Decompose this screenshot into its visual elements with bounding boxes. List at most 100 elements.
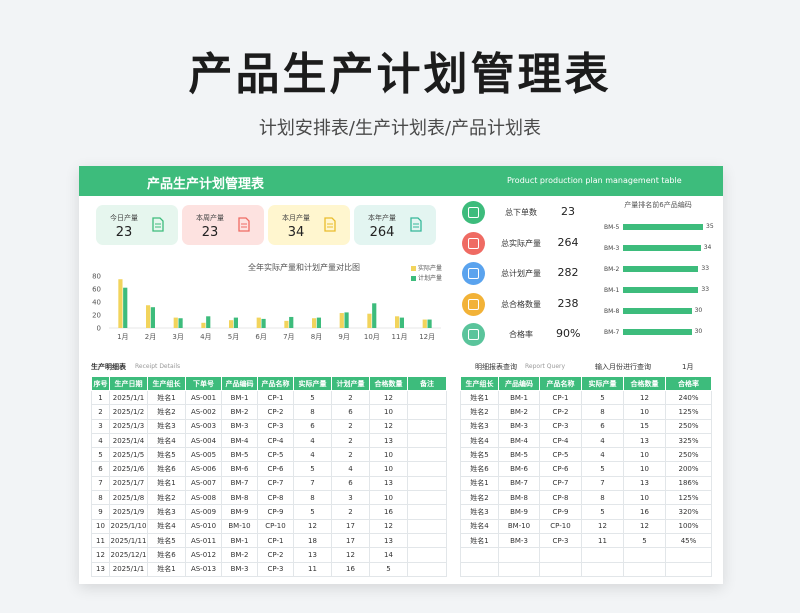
- table-cell: 2025/1/5: [109, 447, 148, 463]
- table-row: 姓名2 BM-2 CP-2 8 10 125%: [460, 404, 712, 420]
- bar-actual: [201, 322, 206, 328]
- bar-plan: [178, 318, 183, 328]
- table-cell: [665, 561, 712, 577]
- table-row: 姓名1 BM-1 CP-1 5 12 240%: [460, 389, 712, 406]
- table-cell: 姓名1: [460, 389, 499, 406]
- table-cell: 10: [623, 461, 666, 477]
- stat-pass-rate: 合格率 90%: [456, 320, 600, 350]
- table-row: 4 2025/1/4 姓名4 AS-004 BM-4 CP-4 4 2 13: [91, 432, 447, 449]
- kpi-value: 23: [115, 225, 133, 240]
- table-cell: 125%: [665, 490, 712, 506]
- table-cell: CP-6: [539, 461, 582, 477]
- bar-plan: [316, 317, 321, 328]
- table-cell: [623, 561, 666, 577]
- x-tick-label: 7月: [283, 333, 294, 341]
- table-cell: 10: [369, 447, 408, 463]
- table-cell: BM-4: [221, 432, 258, 449]
- table-cell: AS-010: [185, 518, 222, 534]
- table-row: 9 2025/1/9 姓名3 AS-009 BM-9 CP-9 5 2 16: [91, 504, 447, 520]
- kpi-label: 今日产量: [110, 214, 138, 222]
- ranking-code: BM-8: [604, 308, 620, 315]
- table-cell: [407, 547, 447, 563]
- document-icon: [238, 217, 250, 232]
- y-tick-label: 40: [92, 299, 101, 307]
- column-header: 产品编码: [498, 376, 540, 391]
- bar-plan: [123, 287, 128, 328]
- table-cell: CP-8: [539, 490, 582, 506]
- table-cell: AS-005: [185, 447, 222, 463]
- table-cell: 2025/1/1: [109, 389, 148, 406]
- table-cell: 2025/1/11: [109, 532, 148, 549]
- detail-table-label: 生产明细表: [91, 363, 126, 371]
- table-cell: BM-5: [498, 447, 540, 463]
- bar-actual: [367, 313, 372, 328]
- table-cell: 17: [331, 532, 370, 549]
- table-cell: CP-3: [257, 418, 294, 434]
- ranking-value: 34: [703, 244, 712, 251]
- table-cell: 12: [369, 389, 408, 406]
- query-month-input[interactable]: 1月: [682, 362, 693, 372]
- table-row: 2 2025/1/2 姓名2 AS-002 BM-2 CP-2 8 6 10: [91, 404, 447, 420]
- bar-plan: [427, 319, 432, 328]
- table-cell: 6: [293, 418, 332, 434]
- table-cell: AS-006: [185, 461, 222, 477]
- table-cell: [623, 547, 666, 563]
- ranking-bar: [623, 287, 699, 293]
- table-cell: 4: [91, 432, 110, 449]
- kpi-card-week: 本周产量 23: [182, 205, 264, 245]
- table-cell: [407, 447, 447, 463]
- table-cell: 10: [369, 404, 408, 420]
- x-tick-label: 4月: [200, 333, 211, 341]
- bar-plan: [233, 317, 238, 328]
- ranking-code: BM-5: [604, 224, 620, 231]
- table-cell: BM-1: [221, 389, 258, 406]
- table-cell: 6: [91, 461, 110, 477]
- table-cell: BM-10: [221, 518, 258, 534]
- table-cell: 12: [581, 518, 624, 534]
- table-cell: CP-5: [539, 447, 582, 463]
- table-cell: BM-6: [221, 461, 258, 477]
- table-cell: BM-8: [498, 490, 540, 506]
- table-cell: 14: [369, 547, 408, 563]
- sheet-header: 产品生产计划管理表 Product production plan manage…: [79, 166, 723, 196]
- bar-actual: [118, 279, 123, 328]
- table-row: 姓名4 BM-4 CP-4 4 13 325%: [460, 432, 712, 449]
- x-tick-label: 10月: [364, 333, 380, 341]
- table-cell: 5: [293, 461, 332, 477]
- table-cell: BM-4: [498, 432, 540, 449]
- table-cell: 4: [293, 447, 332, 463]
- table-cell: 9: [91, 504, 110, 520]
- document-icon: [410, 217, 422, 232]
- stat-value: 264: [557, 235, 579, 249]
- column-header: 合格数量: [623, 376, 666, 391]
- table-cell: 16: [369, 504, 408, 520]
- table-cell: CP-7: [539, 475, 582, 492]
- table-cell: AS-013: [185, 561, 222, 577]
- table-row: 12 2025/12/1 姓名6 AS-012 BM-2 CP-2 13 12 14: [91, 547, 447, 563]
- bar-actual: [284, 320, 289, 328]
- table-cell: 2025/1/6: [109, 461, 148, 477]
- bar-actual: [146, 305, 151, 328]
- page-title: 产品生产计划管理表: [188, 49, 612, 100]
- stat-value: 23: [561, 205, 575, 218]
- table-cell: 6: [331, 475, 370, 492]
- table-cell: 6: [331, 404, 370, 420]
- ranking-row: BM-5 35: [601, 221, 719, 233]
- table-cell: 7: [293, 475, 332, 492]
- table-cell: 11: [293, 561, 332, 577]
- table-cell: AS-012: [185, 547, 222, 563]
- y-tick-label: 80: [92, 273, 101, 281]
- table-cell: [407, 490, 447, 506]
- x-tick-label: 12月: [419, 333, 435, 341]
- table-cell: [407, 418, 447, 434]
- table-cell: CP-4: [539, 432, 582, 449]
- stat-total-orders: 总下单数 23: [456, 198, 600, 228]
- stat-value: 238: [557, 296, 579, 310]
- table-cell: 18: [293, 532, 332, 549]
- document-icon: [152, 217, 164, 232]
- table-row: 姓名5 BM-5 CP-5 4 10 250%: [460, 447, 712, 463]
- table-row: 姓名3 BM-3 CP-3 6 15 250%: [460, 418, 712, 434]
- table-cell: 4: [293, 432, 332, 449]
- x-tick-label: 5月: [228, 333, 239, 341]
- bar-actual: [312, 318, 317, 328]
